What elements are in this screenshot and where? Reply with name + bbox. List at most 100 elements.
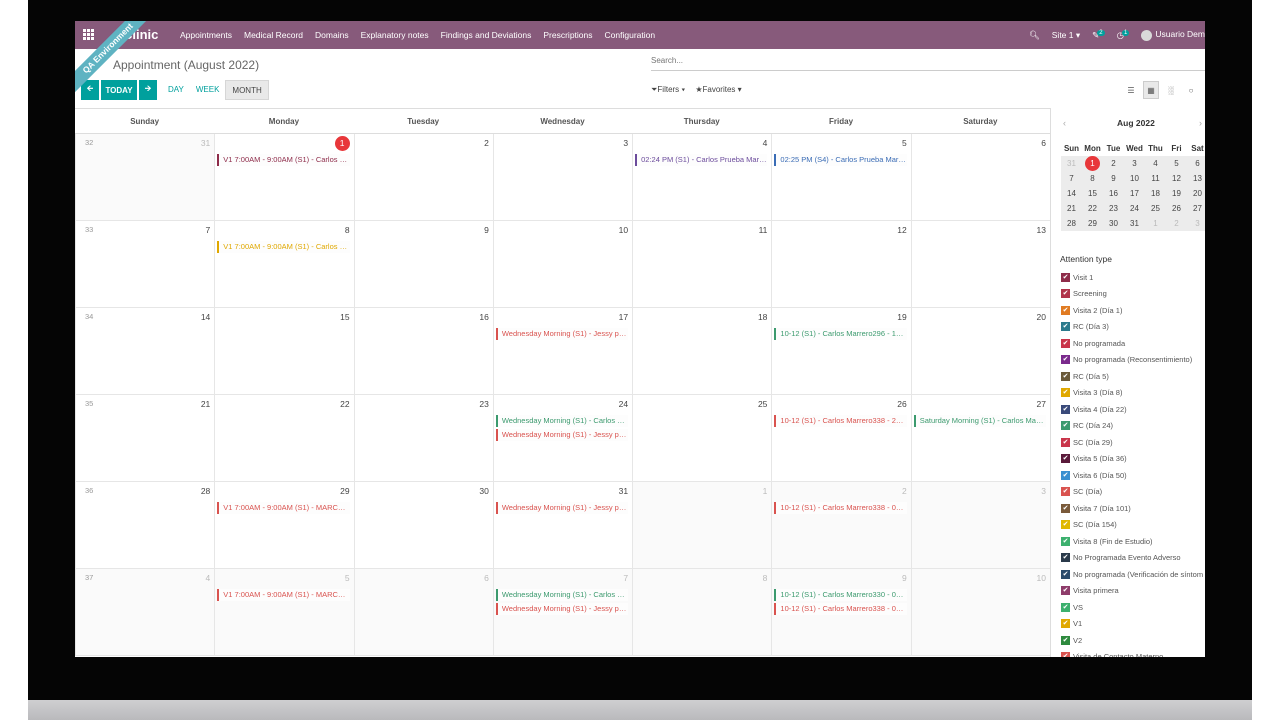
calendar-event[interactable]: Wednesday Morning (S1) - Jessy pru... — [495, 328, 629, 340]
menu-domains[interactable]: Domains — [315, 30, 349, 40]
user-menu[interactable]: Usuario Dem — [1141, 29, 1205, 41]
attention-type-item[interactable]: ✔ RC (Día 3) — [1061, 319, 1203, 336]
mini-day[interactable]: 24 — [1124, 201, 1145, 216]
activity-view-icon[interactable]: ○ — [1183, 81, 1199, 99]
mini-day[interactable]: 25 — [1145, 201, 1166, 216]
day-cell[interactable]: 6 — [910, 134, 1050, 220]
day-cell[interactable]: 12 — [771, 221, 910, 307]
attention-type-item[interactable]: ✔ Visita 7 (Día 101) — [1061, 500, 1203, 517]
search-icon[interactable]: 🔍︎ — [1029, 30, 1040, 41]
checkbox-checked-icon[interactable]: ✔ — [1061, 338, 1070, 348]
menu-prescriptions[interactable]: Prescriptions — [543, 30, 592, 40]
mini-day[interactable]: 21 — [1061, 201, 1082, 216]
day-cell[interactable]: 7 — [75, 221, 214, 307]
mini-day[interactable]: 30 — [1103, 216, 1124, 231]
site-selector[interactable]: Site 1 ▾ — [1052, 30, 1080, 41]
checkbox-checked-icon[interactable]: ✔ — [1061, 437, 1070, 447]
calendar-event[interactable]: 10-12 (S1) - Carlos Marrero330 - 09-... — [774, 589, 907, 601]
day-cell[interactable]: 3 — [492, 134, 632, 220]
attention-type-item[interactable]: ✔ Visita 4 (Día 22) — [1061, 401, 1203, 418]
graph-view-icon[interactable]: ░ — [1163, 81, 1179, 99]
search-input[interactable] — [651, 56, 1205, 65]
checkbox-checked-icon[interactable]: ✔ — [1061, 619, 1070, 629]
day-cell[interactable]: 27 Saturday Morning (S1) - Carlos Marr... — [910, 395, 1050, 481]
day-cell[interactable]: 1 V1 7:00AM - 9:00AM (S1) - Carlos M... — [214, 134, 353, 220]
checkbox-checked-icon[interactable]: ✔ — [1061, 272, 1070, 282]
mini-day[interactable]: 28 — [1061, 216, 1082, 231]
day-cell[interactable]: 28 — [75, 482, 214, 568]
day-cell[interactable]: 3 — [910, 482, 1050, 568]
mini-day[interactable]: 1 — [1145, 216, 1166, 231]
next-button[interactable]: 🡪 — [139, 80, 157, 100]
mini-day[interactable]: 9 — [1103, 171, 1124, 186]
attention-type-item[interactable]: ✔ Screening — [1061, 286, 1203, 303]
attention-type-item[interactable]: ✔ SC (Día 29) — [1061, 434, 1203, 451]
day-cell[interactable]: 23 — [353, 395, 493, 481]
calendar-event[interactable]: V1 7:00AM - 9:00AM (S1) - MARCOS... — [217, 502, 350, 514]
filters-dropdown[interactable]: ⏷Filters ▾ — [651, 85, 685, 95]
attention-type-item[interactable]: ✔ No Programada Evento Adverso — [1061, 550, 1203, 567]
scale-day-button[interactable]: DAY — [162, 80, 190, 100]
day-cell[interactable]: 6 — [353, 569, 493, 655]
calendar-event[interactable]: V1 7:00AM - 9:00AM (S1) - Carlos M... — [217, 154, 350, 166]
checkbox-checked-icon[interactable]: ✔ — [1061, 305, 1070, 315]
day-cell[interactable]: 15 — [214, 308, 353, 394]
day-cell[interactable]: 5 V1 7:00AM - 9:00AM (S1) - MARCOS... — [214, 569, 354, 655]
mini-day[interactable]: 31 — [1124, 216, 1145, 231]
mini-day[interactable]: 15 — [1082, 186, 1103, 201]
scale-week-button[interactable]: WEEK — [190, 80, 226, 100]
mini-day[interactable]: 19 — [1166, 186, 1187, 201]
attention-type-item[interactable]: ✔ Visit 1 — [1061, 269, 1203, 286]
attention-type-item[interactable]: ✔ Visita 6 (Día 50) — [1061, 467, 1203, 484]
mini-day[interactable]: 12 — [1166, 171, 1187, 186]
mini-day[interactable]: 10 — [1124, 171, 1145, 186]
checkbox-checked-icon[interactable]: ✔ — [1061, 355, 1070, 365]
mini-day[interactable]: 22 — [1082, 201, 1103, 216]
day-cell[interactable]: 8 V1 7:00AM - 9:00AM (S1) - Carlos M... — [214, 221, 353, 307]
calendar-event[interactable]: 10-12 (S1) - Carlos Marrero338 - 26-... — [774, 415, 907, 427]
mini-day[interactable]: 20 — [1187, 186, 1205, 201]
calendar-event[interactable]: Saturday Morning (S1) - Carlos Marr... — [913, 415, 1046, 427]
checkbox-checked-icon[interactable]: ✔ — [1061, 289, 1070, 299]
day-cell[interactable]: 1 — [632, 482, 772, 568]
attention-type-item[interactable]: ✔ Visita 3 (Día 8) — [1061, 385, 1203, 402]
mini-day[interactable]: 17 — [1124, 186, 1145, 201]
menu-medical-record[interactable]: Medical Record — [244, 30, 303, 40]
calendar-event[interactable]: Wednesday Morning (S1) - Jessy pru... — [495, 502, 629, 514]
day-cell[interactable]: 9 10-12 (S1) - Carlos Marrero330 - 09-...… — [771, 569, 911, 655]
checkbox-checked-icon[interactable]: ✔ — [1061, 569, 1070, 579]
mini-day[interactable]: 3 — [1187, 216, 1205, 231]
day-cell[interactable]: 16 — [353, 308, 493, 394]
menu-explanatory-notes[interactable]: Explanatory notes — [361, 30, 429, 40]
mini-day[interactable]: 16 — [1103, 186, 1124, 201]
day-cell[interactable]: 14 — [75, 308, 214, 394]
calendar-event[interactable]: 10-12 (S1) - Carlos Marrero296 - 19-... — [774, 328, 907, 340]
mini-day[interactable]: 1 — [1085, 156, 1100, 171]
checkbox-checked-icon[interactable]: ✔ — [1061, 371, 1070, 381]
favorites-dropdown[interactable]: ★Favorites ▾ — [695, 85, 741, 95]
mini-day[interactable]: 7 — [1061, 171, 1082, 186]
day-cell[interactable]: 5 02:25 PM (S4) - Carlos Prueba Marre... — [771, 134, 910, 220]
day-cell[interactable]: 31 — [75, 134, 215, 220]
calendar-event[interactable]: 10-12 (S1) - Carlos Marrero338 - 02-... — [774, 502, 907, 514]
checkbox-checked-icon[interactable]: ✔ — [1061, 454, 1070, 464]
mini-day[interactable]: 27 — [1187, 201, 1205, 216]
mini-day[interactable]: 6 — [1187, 156, 1205, 171]
day-cell[interactable]: 9 — [353, 221, 493, 307]
today-button[interactable]: TODAY — [101, 80, 137, 100]
attention-type-item[interactable]: ✔ SC (Día) — [1061, 484, 1203, 501]
activity-icon[interactable]: ◷1 — [1117, 29, 1130, 41]
day-cell[interactable]: 17 Wednesday Morning (S1) - Jessy pru... — [492, 308, 632, 394]
mini-day[interactable]: 18 — [1145, 186, 1166, 201]
day-cell[interactable]: 4 02:24 PM (S1) - Carlos Prueba Marre... — [632, 134, 771, 220]
calendar-event[interactable]: 02:25 PM (S4) - Carlos Prueba Marre... — [774, 154, 907, 166]
day-cell[interactable]: 10 — [910, 569, 1050, 655]
attention-type-item[interactable]: ✔ RC (Día 5) — [1061, 368, 1203, 385]
attention-type-item[interactable]: ✔ VS — [1061, 599, 1203, 616]
checkbox-checked-icon[interactable]: ✔ — [1061, 322, 1070, 332]
attention-type-item[interactable]: ✔ Visita primera — [1061, 583, 1203, 600]
attention-type-item[interactable]: ✔ Visita 5 (Día 36) — [1061, 451, 1203, 468]
day-cell[interactable]: 20 — [910, 308, 1050, 394]
mini-day[interactable]: 5 — [1166, 156, 1187, 171]
attention-type-item[interactable]: ✔ No programada (Verificación de síntom — [1061, 566, 1203, 583]
